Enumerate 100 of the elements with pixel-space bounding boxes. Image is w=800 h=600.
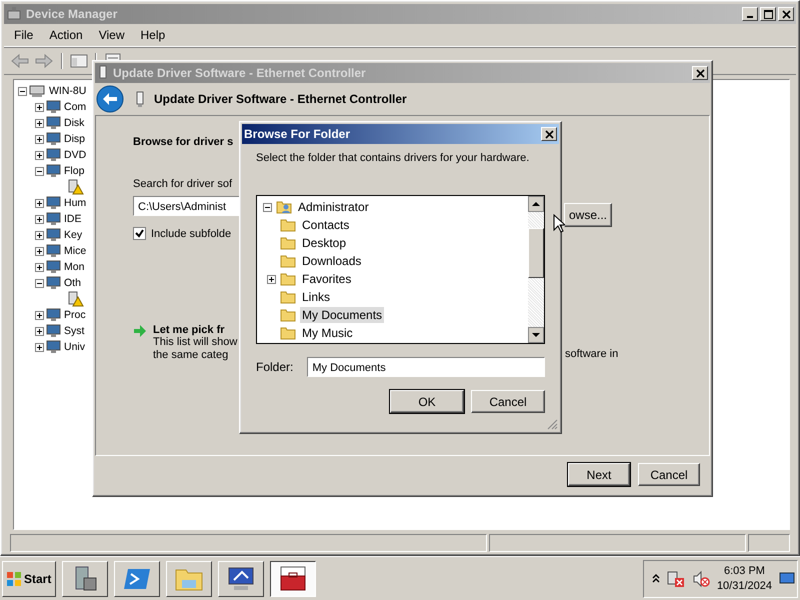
status-panel (748, 534, 790, 552)
tree-expander[interactable] (35, 214, 44, 224)
folder-item[interactable]: Administrator (296, 199, 371, 215)
toolbox-icon (278, 564, 308, 594)
tree-expander[interactable] (18, 86, 27, 96)
checkbox-label: Include subfolde (151, 228, 232, 240)
resize-grip-icon[interactable] (547, 419, 558, 430)
device-icon (46, 147, 62, 163)
menu-item[interactable]: View (90, 28, 132, 42)
tree-expander[interactable] (35, 118, 44, 128)
tree-item[interactable]: Mice (64, 245, 86, 257)
menu-item[interactable]: Help (132, 28, 174, 42)
device-icon (46, 131, 62, 147)
device-manager-icon (6, 6, 22, 22)
device-icon (46, 115, 62, 131)
tree-item[interactable]: IDE (64, 213, 82, 225)
console-tree-icon[interactable] (70, 53, 88, 69)
device-icon (46, 163, 62, 179)
folder-icon (280, 253, 296, 269)
tree-item[interactable]: Oth (64, 277, 81, 289)
folder-field[interactable]: My Documents (307, 357, 545, 377)
device-icon (46, 211, 62, 227)
tree-expander[interactable] (35, 150, 44, 160)
device-icon (46, 243, 62, 259)
tree-item[interactable]: Mon (64, 261, 84, 273)
chevron-icon[interactable] (652, 574, 660, 584)
browse-button[interactable]: owse... (564, 203, 612, 227)
tree-expander[interactable] (35, 278, 44, 288)
dialog-button[interactable]: Cancel (638, 463, 700, 486)
menu-item[interactable]: File (6, 28, 42, 42)
menu-item[interactable]: Action (41, 28, 91, 42)
tree-item[interactable]: Univ (64, 341, 86, 353)
folder-item[interactable]: Favorites (300, 271, 354, 287)
tree-item[interactable]: Disp (64, 133, 86, 145)
tree-item[interactable]: Key (64, 229, 82, 241)
tree-expander[interactable] (35, 102, 44, 112)
device-icon (46, 339, 62, 355)
folder-item[interactable]: My Music (300, 325, 355, 341)
warning-device-icon[interactable] (66, 291, 84, 307)
folder-item[interactable]: My Documents (300, 307, 384, 323)
dialog-title: Browse For Folder (244, 127, 350, 141)
tree-item[interactable]: Hum (64, 197, 86, 209)
tree-item[interactable]: Flop (64, 165, 84, 177)
tree-expander[interactable] (35, 262, 44, 272)
tree-item[interactable]: DVD (64, 149, 86, 161)
device-icon (134, 90, 146, 108)
tree-expander[interactable] (263, 202, 272, 212)
checkbox[interactable] (133, 227, 146, 240)
tree-item[interactable]: Syst (64, 325, 84, 337)
speaker-muted-icon[interactable] (692, 570, 710, 588)
folder-item[interactable]: Downloads (300, 253, 364, 269)
flag-icon (6, 570, 22, 586)
tree-expander[interactable] (267, 274, 276, 284)
show-desktop-icon[interactable] (779, 572, 795, 586)
tree-expander[interactable] (35, 198, 44, 208)
folder-icon (280, 235, 296, 251)
warning-device-icon[interactable] (66, 179, 84, 195)
device-icon (46, 259, 62, 275)
folder-item[interactable]: Contacts (300, 217, 352, 233)
folder-icon (280, 289, 296, 305)
clock-date: 10/31/2024 (716, 578, 772, 594)
network-error-icon[interactable] (666, 570, 685, 588)
option-description: software in (565, 348, 618, 360)
clock-time: 6:03 PM (724, 564, 765, 578)
dialog-button[interactable]: Next (568, 463, 630, 486)
tree-expander[interactable] (35, 326, 44, 336)
dialog-button[interactable]: OK (390, 390, 464, 413)
section-heading: Browse for driver s (133, 136, 234, 148)
dialog-heading: Update Driver Software - Ethernet Controller (154, 92, 407, 106)
tree-expander[interactable] (35, 310, 44, 320)
tree-item[interactable]: Disk (64, 117, 84, 129)
computer-icon (29, 83, 47, 99)
scroll-down-icon[interactable] (528, 327, 544, 343)
tree-item[interactable]: Proc (64, 309, 86, 321)
tree-item[interactable]: Com (64, 101, 86, 113)
scroll-up-icon[interactable] (528, 196, 544, 212)
device-icon (46, 195, 62, 211)
taskbar-button[interactable] (270, 560, 316, 596)
user-folder-icon (276, 199, 292, 215)
tree-expander[interactable] (35, 230, 44, 240)
close-icon (696, 68, 704, 78)
option-link[interactable]: Let me pick fr (153, 324, 238, 336)
device-icon (46, 227, 62, 243)
dialog-button[interactable]: Cancel (471, 390, 545, 413)
folder-item[interactable]: Links (300, 289, 332, 305)
field-label: Folder: (256, 360, 294, 374)
device-icon (46, 275, 62, 291)
device-icon (46, 99, 62, 115)
back-button[interactable] (96, 85, 124, 113)
dialog-title: Update Driver Software - Ethernet Controller (113, 66, 366, 80)
tree-expander[interactable] (35, 166, 44, 176)
scrollbar[interactable] (528, 196, 544, 343)
tree-expander[interactable] (35, 134, 44, 144)
tree-expander[interactable] (35, 246, 44, 256)
clock[interactable]: 6:03 PM 10/31/2024 (716, 564, 772, 594)
close-button[interactable] (541, 127, 557, 141)
tree-item[interactable]: WIN-8U (49, 85, 86, 97)
start-button[interactable]: Start (2, 560, 56, 596)
folder-item[interactable]: Desktop (300, 235, 348, 251)
tree-expander[interactable] (35, 342, 44, 352)
